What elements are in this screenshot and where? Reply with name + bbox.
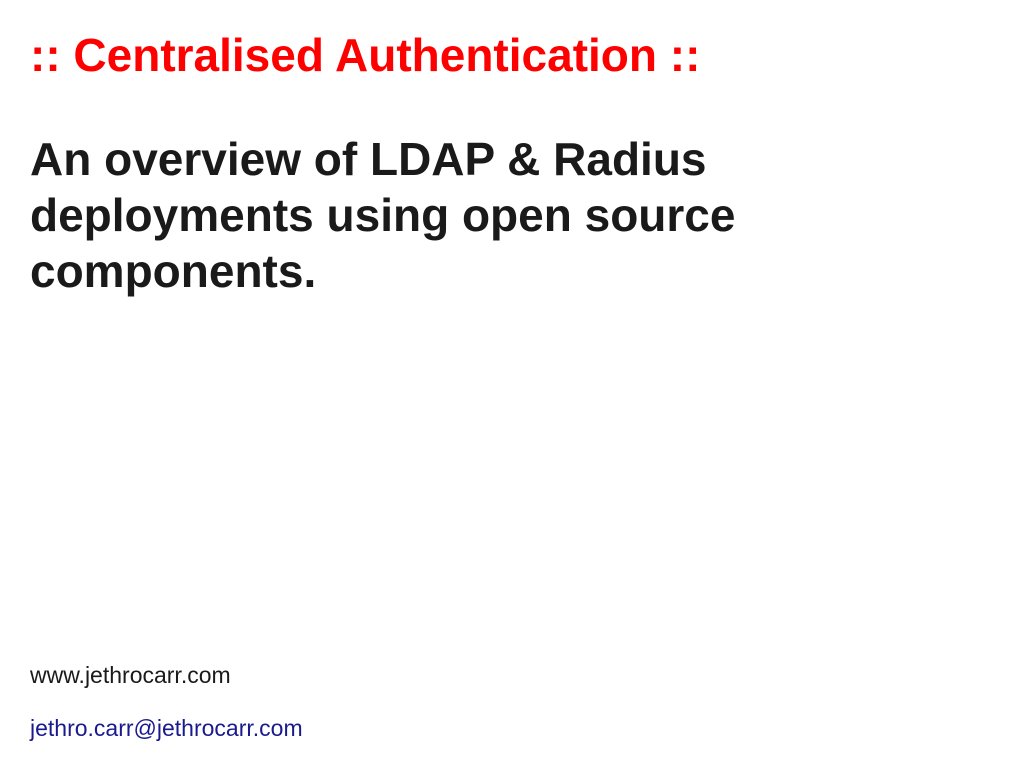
- slide-container: :: Centralised Authentication :: An over…: [0, 0, 1020, 764]
- slide-subtitle: An overview of LDAP & Radius deployments…: [30, 131, 950, 299]
- email-text: jethro.carr@jethrocarr.com: [30, 715, 303, 742]
- slide-title: :: Centralised Authentication ::: [30, 28, 990, 83]
- website-text: www.jethrocarr.com: [30, 662, 303, 689]
- slide-footer: www.jethrocarr.com jethro.carr@jethrocar…: [30, 662, 303, 742]
